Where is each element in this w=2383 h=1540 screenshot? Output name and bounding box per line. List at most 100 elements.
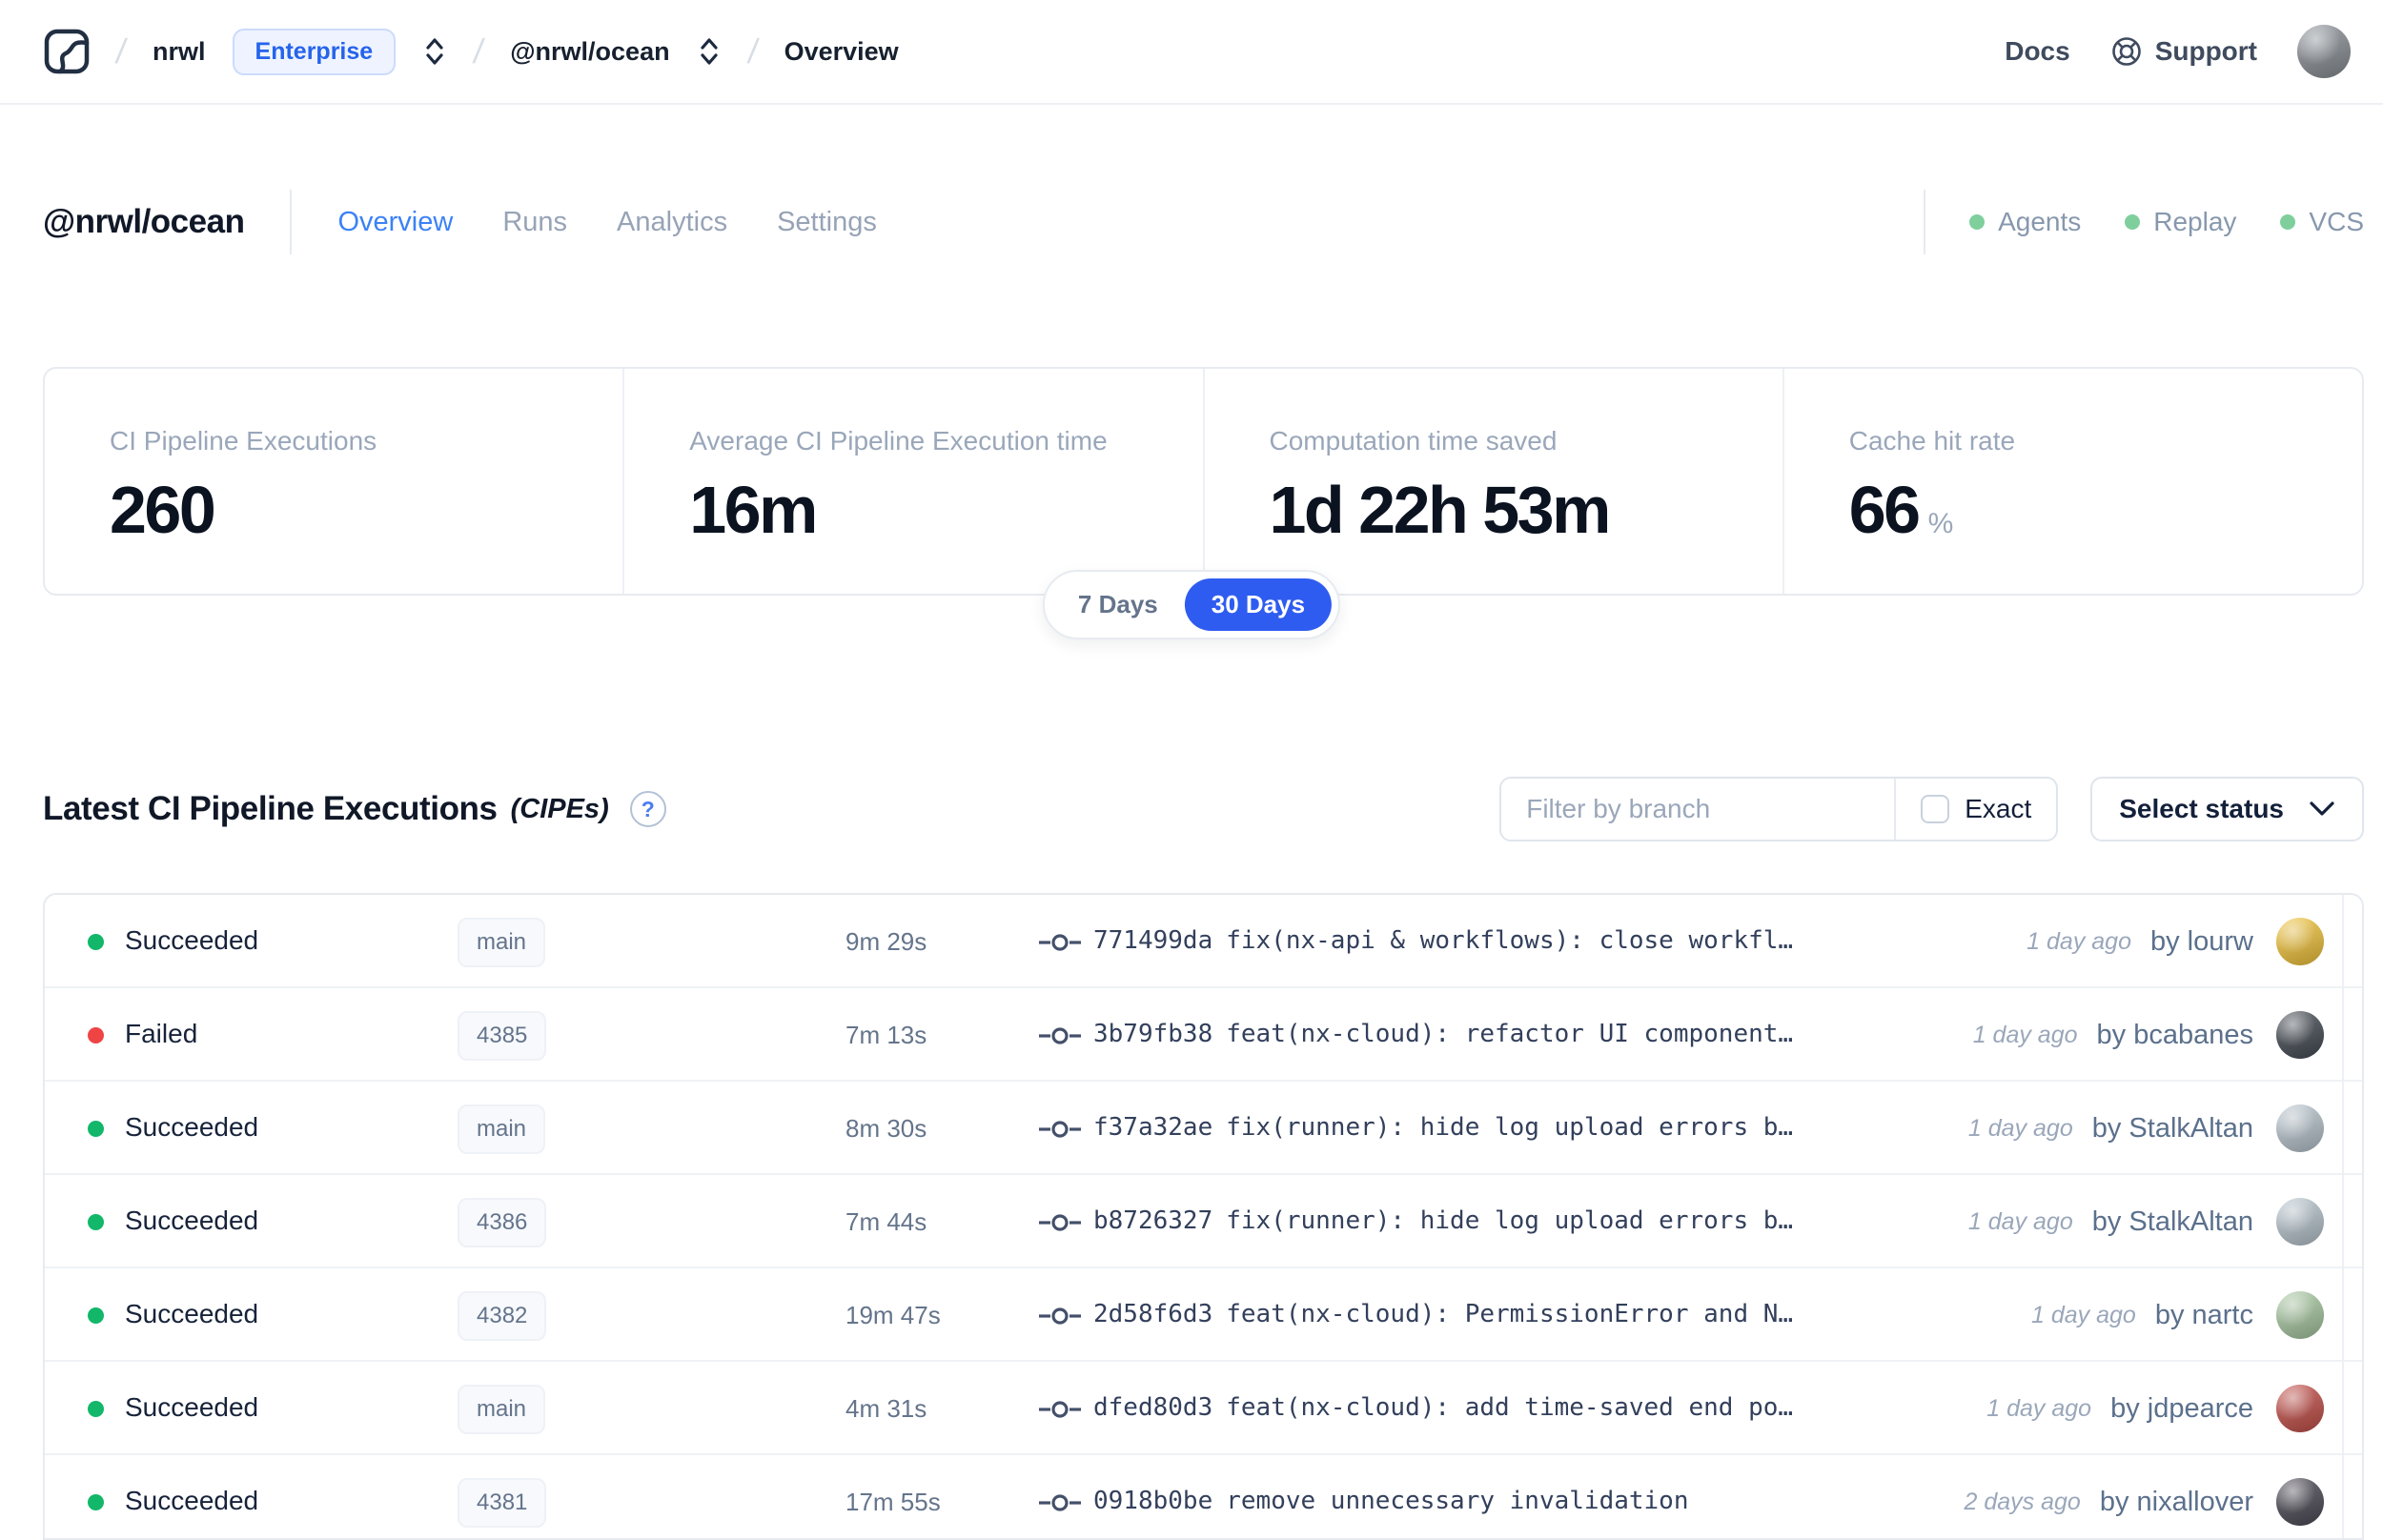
branch-filter-input[interactable] bbox=[1501, 779, 1895, 840]
table-row[interactable]: Succeeded 4381 17m 55s 0918b0be remove un… bbox=[45, 1455, 2362, 1538]
status-dot-icon bbox=[1969, 214, 1986, 230]
branch-filter-group: Exact bbox=[1499, 777, 2059, 841]
service-vcs[interactable]: VCS bbox=[2280, 207, 2364, 237]
branch-chip[interactable]: 4385 bbox=[458, 1011, 547, 1061]
author-avatar[interactable] bbox=[2276, 1385, 2324, 1432]
stat-label: Computation time saved bbox=[1269, 426, 1558, 456]
commit-icon bbox=[1038, 1023, 1082, 1053]
table-row[interactable]: Failed 4385 7m 13s 3b79fb38 feat(nx-cloud… bbox=[45, 988, 2362, 1082]
workspace-name[interactable]: @nrwl/ocean bbox=[510, 37, 669, 67]
author-avatar[interactable] bbox=[2276, 1291, 2324, 1339]
divider bbox=[1924, 190, 1926, 254]
commit-hash: f37a32ae bbox=[1093, 1113, 1213, 1142]
commit-icon bbox=[1038, 1210, 1082, 1240]
service-statuses: Agents Replay VCS bbox=[1969, 207, 2364, 237]
duration: 4m 31s bbox=[845, 1394, 927, 1423]
time-ago: 1 day ago bbox=[1967, 1114, 2073, 1142]
branch-chip[interactable]: 4381 bbox=[458, 1478, 547, 1528]
exact-label: Exact bbox=[1965, 794, 2032, 823]
commit-message[interactable]: f37a32ae fix(runner): hide log upload err… bbox=[1093, 1113, 1793, 1142]
docs-link[interactable]: Docs bbox=[2005, 36, 2069, 67]
nx-cloud-logo-icon[interactable] bbox=[44, 29, 90, 74]
help-icon[interactable]: ? bbox=[629, 791, 666, 827]
author-avatar[interactable] bbox=[2276, 1011, 2324, 1059]
support-label: Support bbox=[2154, 36, 2257, 66]
branch-chip[interactable]: main bbox=[458, 918, 546, 967]
support-link[interactable]: Support bbox=[2110, 35, 2257, 68]
status-label: Succeeded bbox=[125, 1206, 259, 1235]
tab-settings[interactable]: Settings bbox=[777, 207, 877, 238]
row-meta: 1 day ago by nartc bbox=[2031, 1268, 2324, 1362]
table-row[interactable]: Succeeded main 4m 31s dfed80d3 feat(nx-cl… bbox=[45, 1362, 2362, 1455]
breadcrumb-separator: / bbox=[471, 31, 487, 71]
table-row[interactable]: Succeeded 4382 19m 47s 2d58f6d3 feat(nx-c… bbox=[45, 1268, 2362, 1362]
stat-label: Cache hit rate bbox=[1848, 426, 2016, 456]
period-7-days-button[interactable]: 7 Days bbox=[1051, 578, 1185, 631]
commit-message[interactable]: 2d58f6d3 feat(nx-cloud): PermissionError … bbox=[1093, 1300, 1793, 1328]
enterprise-badge: Enterprise bbox=[232, 28, 397, 75]
author: by StalkAltan bbox=[2091, 1112, 2253, 1144]
status-label: Succeeded bbox=[125, 1392, 259, 1422]
tab-overview[interactable]: Overview bbox=[337, 207, 453, 238]
author-avatar[interactable] bbox=[2276, 918, 2324, 965]
time-ago: 1 day ago bbox=[2031, 1301, 2136, 1328]
status-dot-icon bbox=[88, 1401, 104, 1417]
exact-checkbox[interactable] bbox=[1921, 795, 1950, 823]
commit-text: feat(nx-cloud): add time-saved end po… bbox=[1226, 1393, 1794, 1422]
author-avatar[interactable] bbox=[2276, 1198, 2324, 1246]
breadcrumb-separator: / bbox=[113, 31, 129, 71]
workspace-title: @nrwl/ocean bbox=[43, 203, 245, 240]
period-30-days-button[interactable]: 30 Days bbox=[1184, 578, 1333, 631]
status-dot-icon bbox=[2125, 214, 2141, 230]
org-switcher-icon[interactable] bbox=[422, 35, 447, 68]
author: by bcabanes bbox=[2096, 1019, 2253, 1050]
commit-text: feat(nx-cloud): refactor UI component… bbox=[1226, 1020, 1794, 1048]
table-row[interactable]: Succeeded 4386 7m 44s b8726327 fix(runner… bbox=[45, 1175, 2362, 1268]
org-name[interactable]: nrwl bbox=[153, 37, 206, 67]
commit-icon bbox=[1038, 1397, 1082, 1427]
commit-message[interactable]: dfed80d3 feat(nx-cloud): add time-saved e… bbox=[1093, 1393, 1793, 1422]
commit-text: fix(runner): hide log upload errors b… bbox=[1226, 1113, 1794, 1142]
branch-chip[interactable]: 4382 bbox=[458, 1291, 547, 1341]
row-meta: 1 day ago by jdpearce bbox=[1986, 1362, 2324, 1455]
row-meta: 1 day ago by StalkAltan bbox=[1968, 1082, 2324, 1175]
stat-unit: % bbox=[1927, 508, 1954, 539]
commit-message[interactable]: 771499da fix(nx-api & workflows): close w… bbox=[1093, 926, 1793, 955]
commit-icon bbox=[1038, 930, 1082, 960]
commit-icon bbox=[1038, 1304, 1082, 1333]
commit-message[interactable]: b8726327 fix(runner): hide log upload err… bbox=[1093, 1206, 1793, 1235]
service-label: Agents bbox=[1998, 207, 2082, 236]
commit-hash: 3b79fb38 bbox=[1093, 1020, 1213, 1048]
branch-chip[interactable]: 4386 bbox=[458, 1198, 547, 1247]
commit-message[interactable]: 0918b0be remove unnecessary invalidation bbox=[1093, 1487, 1689, 1515]
tab-analytics[interactable]: Analytics bbox=[617, 207, 727, 238]
commit-text: feat(nx-cloud): PermissionError and N… bbox=[1226, 1300, 1794, 1328]
commit-hash: dfed80d3 bbox=[1093, 1393, 1213, 1422]
branch-chip[interactable]: main bbox=[458, 1104, 546, 1154]
user-avatar[interactable] bbox=[2297, 25, 2351, 78]
author-avatar[interactable] bbox=[2276, 1104, 2324, 1152]
page: / nrwl Enterprise / @nrwl/ocean / Overvi… bbox=[0, 0, 2383, 1540]
time-ago: 1 day ago bbox=[2027, 927, 2131, 955]
tab-runs[interactable]: Runs bbox=[502, 207, 567, 238]
duration: 19m 47s bbox=[845, 1301, 941, 1329]
service-agents[interactable]: Agents bbox=[1969, 207, 2081, 237]
commit-hash: 0918b0be bbox=[1093, 1487, 1213, 1515]
time-ago: 1 day ago bbox=[1986, 1394, 2092, 1422]
table-row[interactable]: Succeeded main 8m 30s f37a32ae fix(runner… bbox=[45, 1082, 2362, 1175]
status-label: Succeeded bbox=[125, 1299, 259, 1328]
service-replay[interactable]: Replay bbox=[2125, 207, 2236, 237]
exact-toggle[interactable]: Exact bbox=[1894, 779, 2056, 840]
table-row[interactable]: Succeeded main 9m 29s 771499da fix(nx-api… bbox=[45, 895, 2362, 988]
section-title: Latest CI Pipeline Executions bbox=[43, 790, 498, 827]
select-status-dropdown[interactable]: Select status bbox=[2090, 777, 2364, 841]
workspace-switcher-icon[interactable] bbox=[697, 35, 722, 68]
commit-text: remove unnecessary invalidation bbox=[1226, 1487, 1689, 1515]
commit-message[interactable]: 3b79fb38 feat(nx-cloud): refactor UI comp… bbox=[1093, 1020, 1793, 1048]
branch-chip[interactable]: main bbox=[458, 1385, 546, 1434]
workspace-tabs: Overview Runs Analytics Settings bbox=[337, 207, 876, 238]
author: by StalkAltan bbox=[2091, 1206, 2253, 1237]
status-label: Succeeded bbox=[125, 925, 259, 955]
author-avatar[interactable] bbox=[2276, 1478, 2324, 1526]
commit-icon bbox=[1038, 1117, 1082, 1146]
